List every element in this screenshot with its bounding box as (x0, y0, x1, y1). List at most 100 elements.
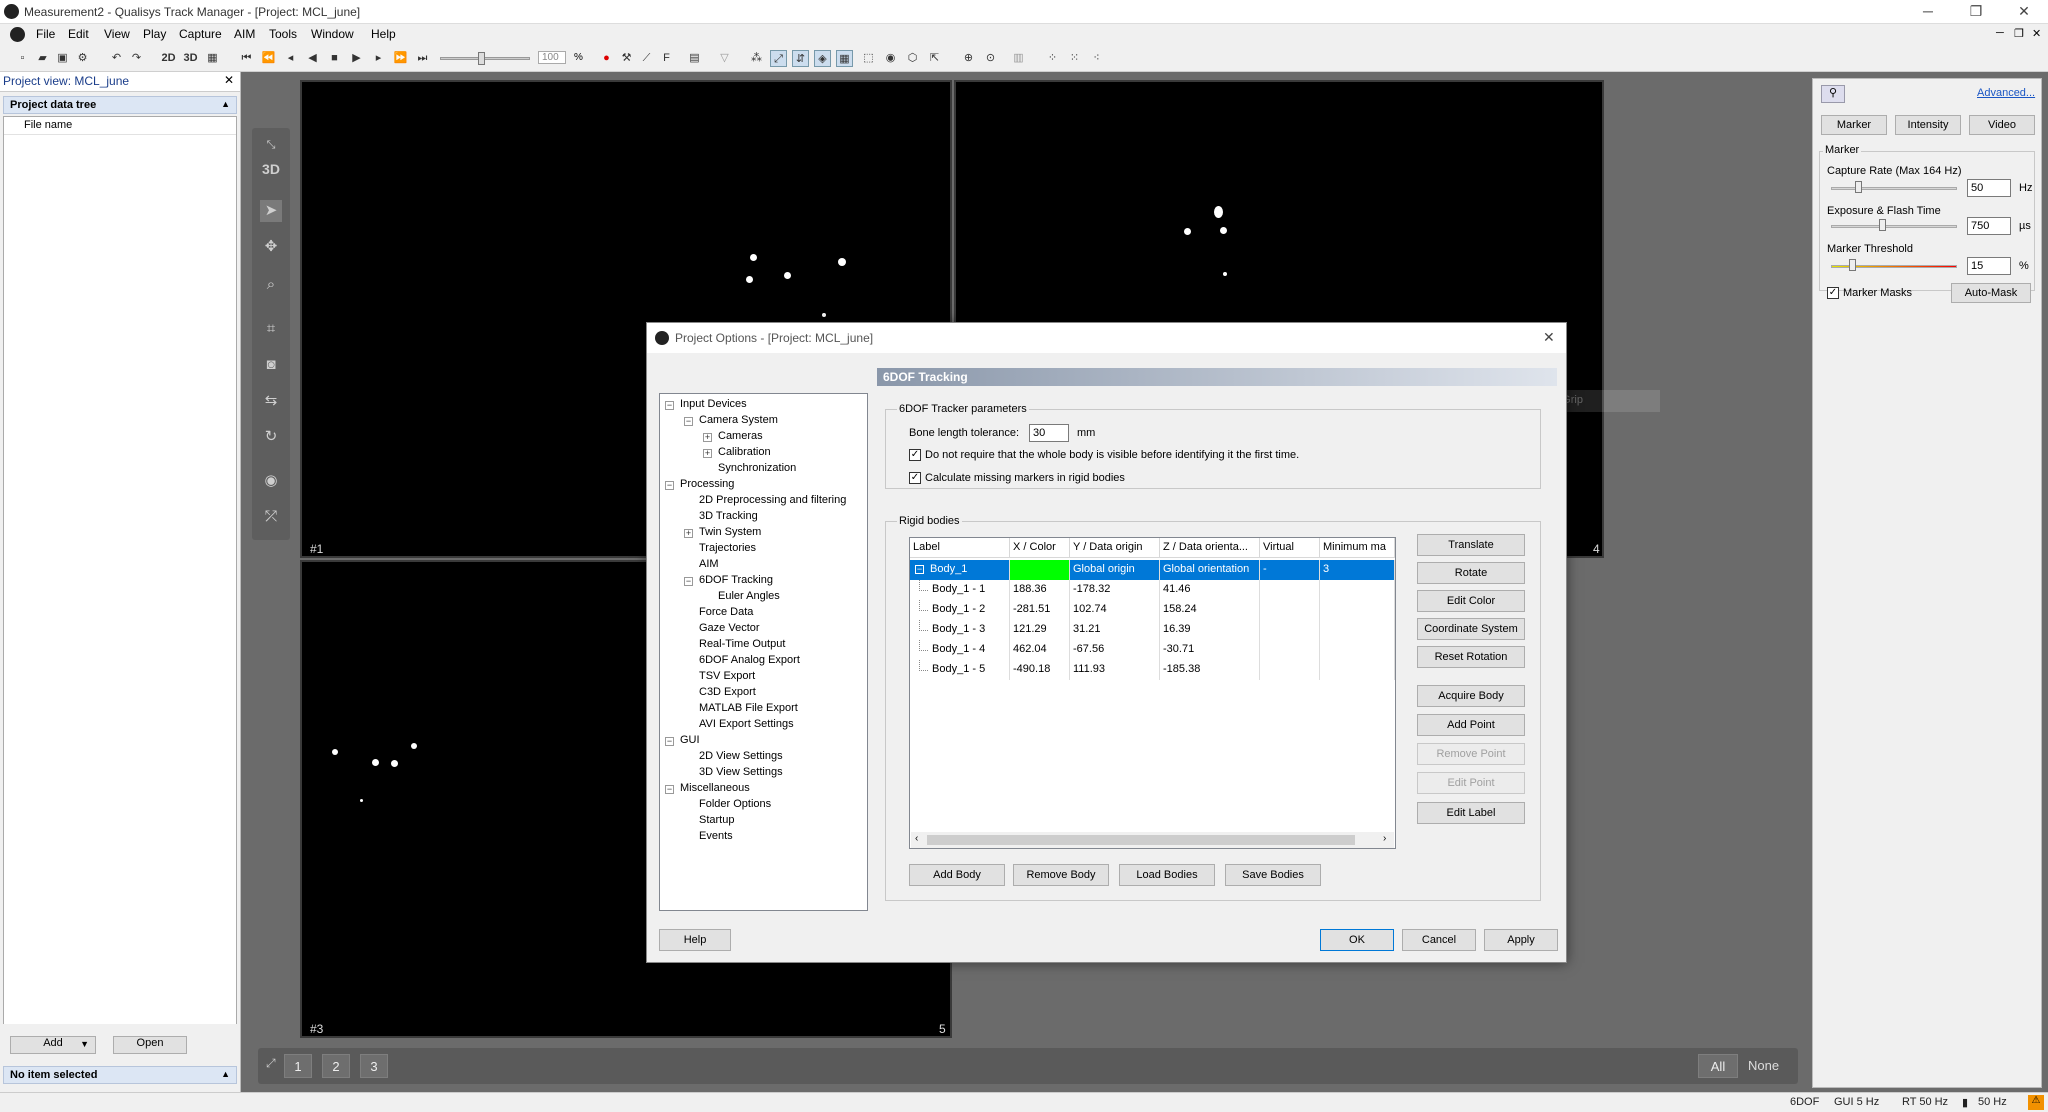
scrollbar-thumb[interactable] (927, 835, 1355, 845)
column-header[interactable]: Z / Data orienta... (1160, 538, 1260, 558)
play-back-icon[interactable]: ◀ (304, 50, 321, 67)
edit-color-button[interactable]: Edit Color (1417, 590, 1525, 612)
restore-icon[interactable]: ❐ (1956, 2, 1996, 22)
visibility-checkbox[interactable]: ✓ (909, 449, 921, 461)
expand-icon[interactable]: ▲ (221, 1069, 230, 1079)
menu-view[interactable]: View (104, 27, 130, 41)
tree-item[interactable]: 3D Tracking (699, 510, 758, 522)
column-header[interactable]: Label (910, 538, 1010, 558)
markers-link-icon[interactable]: ⁖ (1088, 50, 1105, 67)
filter-icon[interactable]: ▽ (716, 50, 733, 67)
ok-button[interactable]: OK (1320, 929, 1394, 951)
file-tree[interactable]: File name (3, 116, 237, 1092)
record-icon[interactable]: ● (598, 50, 615, 67)
exposure-thumb[interactable] (1879, 219, 1886, 231)
exposure-slider[interactable] (1831, 225, 1957, 228)
file-name-column[interactable]: File name (4, 117, 236, 135)
sphere-icon[interactable]: ◉ (882, 50, 899, 67)
advanced-link[interactable]: Advanced... (1977, 87, 2035, 99)
zoom-tool-icon[interactable]: ⌕ (260, 274, 282, 296)
expand-node-icon[interactable]: + (703, 433, 712, 442)
zoom-field[interactable]: 100 (538, 51, 566, 64)
orbit-tool-icon[interactable]: ↻ (260, 426, 282, 448)
reset-rotation-button[interactable]: Reset Rotation (1417, 646, 1525, 668)
horizontal-scrollbar[interactable]: ‹ › (911, 832, 1394, 848)
load-bodies-button[interactable]: Load Bodies (1119, 864, 1215, 886)
pan-tool-icon[interactable]: ✥ (260, 236, 282, 258)
tree-item[interactable]: Trajectories (699, 542, 756, 554)
tree-item[interactable]: Input Devices (680, 398, 747, 410)
view-button-1[interactable]: 1 (284, 1054, 312, 1078)
tab-intensity[interactable]: Intensity (1895, 115, 1961, 135)
bone-length-input[interactable]: 30 (1029, 424, 1069, 442)
capture-rate-thumb[interactable] (1855, 181, 1862, 193)
markers-icon[interactable]: ⁙ (1066, 50, 1083, 67)
menu-window[interactable]: Window (311, 27, 354, 41)
pin-icon[interactable]: ⚲ (1821, 85, 1845, 103)
capture-rate-slider[interactable] (1831, 187, 1957, 190)
collapse-node-icon[interactable]: − (665, 785, 674, 794)
menu-edit[interactable]: Edit (68, 27, 89, 41)
mdi-close-icon[interactable]: ✕ (2032, 27, 2041, 40)
missing-markers-checkbox[interactable]: ✓ (909, 472, 921, 484)
floor-tool-icon[interactable]: ◈ (814, 50, 831, 67)
pointer-tool-icon[interactable]: ➤ (260, 200, 282, 222)
3d-view-button[interactable]: 3D (182, 50, 199, 67)
fast-forward-icon[interactable]: ⏩ (392, 50, 409, 67)
speed-slider-thumb[interactable] (478, 52, 485, 65)
grid-view-icon[interactable]: ▦ (204, 50, 221, 67)
redo-icon[interactable]: ↷ (128, 50, 145, 67)
select-none-button[interactable]: None (1748, 1058, 1779, 1073)
point-row[interactable]: Body_1 - 5 -490.18 111.93 -185.38 (910, 660, 1395, 680)
open-folder-icon[interactable]: ▰ (34, 50, 51, 67)
undo-icon[interactable]: ↶ (108, 50, 125, 67)
collapse-body-icon[interactable]: − (915, 565, 924, 574)
force-icon[interactable]: F (658, 50, 675, 67)
collapse-node-icon[interactable]: − (665, 481, 674, 490)
tree-item[interactable]: Miscellaneous (680, 782, 750, 794)
tree-item[interactable]: Real-Time Output (699, 638, 785, 650)
close-icon[interactable]: ✕ (2004, 2, 2044, 22)
tree-item[interactable]: AVI Export Settings (699, 718, 794, 730)
collapse-node-icon[interactable]: − (684, 577, 693, 586)
menu-aim[interactable]: AIM (234, 27, 255, 41)
settings-icon[interactable]: ⚙ (74, 50, 91, 67)
menu-file[interactable]: File (36, 27, 55, 41)
select-all-button[interactable]: All (1698, 1054, 1738, 1078)
mdi-restore-icon[interactable]: ❐ (2014, 27, 2024, 40)
tab-video[interactable]: Video (1969, 115, 2035, 135)
add-point-button[interactable]: Add Point (1417, 714, 1525, 736)
auto-mask-button[interactable]: Auto-Mask (1951, 283, 2031, 303)
edit-point-button[interactable]: Edit Point (1417, 772, 1525, 794)
collapse-node-icon[interactable]: − (665, 737, 674, 746)
tree-item[interactable]: AIM (699, 558, 719, 570)
grid-tool-icon[interactable]: ▦ (836, 50, 853, 67)
wand-icon[interactable]: ⚒ (618, 50, 635, 67)
tree-item[interactable]: Calibration (718, 446, 771, 458)
coordinate-system-button[interactable]: Coordinate System (1417, 618, 1525, 640)
column-header[interactable]: Minimum ma (1320, 538, 1395, 558)
tree-item[interactable]: TSV Export (699, 670, 755, 682)
speed-slider[interactable] (440, 57, 530, 60)
tree-item[interactable]: Events (699, 830, 733, 842)
tree-item[interactable]: 6DOF Tracking (699, 574, 773, 586)
play-icon[interactable]: ▶ (348, 50, 365, 67)
body-color-swatch[interactable] (1010, 560, 1070, 580)
bones-icon[interactable]: ⁂ (748, 50, 765, 67)
tree-item[interactable]: 2D View Settings (699, 750, 783, 762)
rewind-icon[interactable]: ⏪ (260, 50, 277, 67)
tree-item[interactable]: Folder Options (699, 798, 771, 810)
tree-item[interactable]: MATLAB File Export (699, 702, 798, 714)
collapse-node-icon[interactable]: − (684, 417, 693, 426)
point-row[interactable]: Body_1 - 4 462.04 -67.56 -30.71 (910, 640, 1395, 660)
tree-item[interactable]: Startup (699, 814, 734, 826)
select-tool-icon[interactable]: ⤢ (770, 50, 787, 67)
new-icon[interactable]: ▫ (14, 50, 31, 67)
apply-button[interactable]: Apply (1484, 929, 1558, 951)
layout-icon[interactable]: ⤢ (266, 1056, 276, 1071)
mask-tool-icon[interactable]: ◙ (260, 354, 282, 376)
cursor-icon[interactable]: ⇱ (926, 50, 943, 67)
cube-icon[interactable]: ⬚ (860, 50, 877, 67)
camera-grid-icon[interactable]: ▥ (1010, 50, 1027, 67)
tree-item[interactable]: 2D Preprocessing and filtering (699, 494, 846, 506)
